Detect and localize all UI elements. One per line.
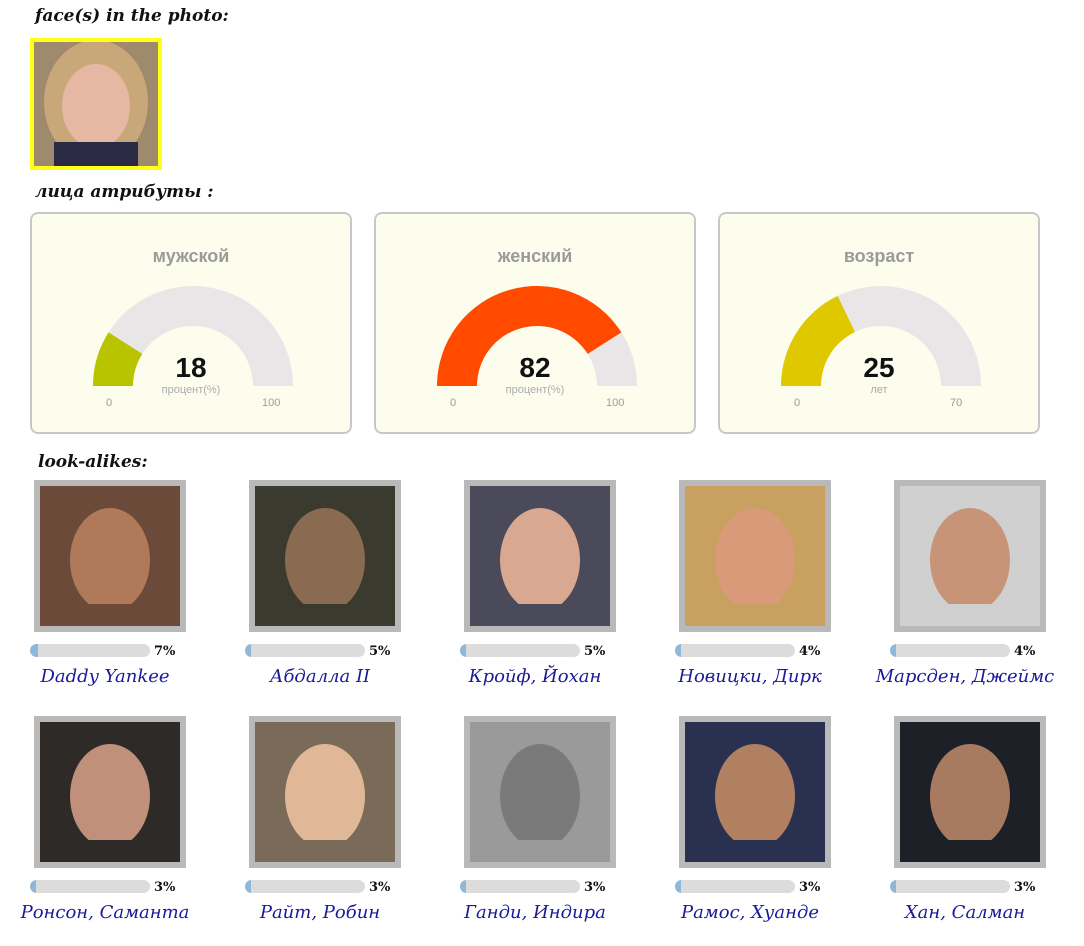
gauge-age: возраст 25 лет 0 70 [718, 212, 1040, 434]
lookalike-photo[interactable] [894, 716, 1046, 868]
portrait-image [900, 722, 1040, 862]
lookalike-photo[interactable] [679, 716, 831, 868]
gauge-arc [93, 286, 293, 386]
gauge-arc [437, 286, 637, 386]
similarity-bar [30, 880, 150, 893]
lookalike-item: 4% Новицки, Дирк [675, 480, 890, 710]
lookalike-name-link[interactable]: Марсден, Джеймс [860, 666, 1070, 687]
similarity-bar [245, 880, 365, 893]
gauge-arc [781, 286, 981, 386]
portrait-image [40, 486, 180, 626]
similarity-bar-fill [675, 644, 681, 657]
portrait-image [255, 722, 395, 862]
similarity-bar [675, 644, 795, 657]
lookalike-name-link[interactable]: Рамос, Хуанде [645, 902, 855, 923]
lookalike-item: 4% Марсден, Джеймс [876, 480, 1084, 710]
similarity-bar-fill [460, 644, 466, 657]
attributes-section-title: лица атрибуты : [35, 182, 214, 202]
similarity-bar [890, 644, 1010, 657]
lookalike-item: 3% Райт, Робин [245, 716, 460, 946]
portrait-image [470, 722, 610, 862]
lookalike-photo[interactable] [34, 480, 186, 632]
similarity-percent: 3% [584, 880, 606, 895]
similarity-bar [245, 644, 365, 657]
lookalike-photo[interactable] [249, 716, 401, 868]
lookalike-name-link[interactable]: Абдалла II [215, 666, 425, 687]
gauge-female: женский 82 процент(%) 0 100 [374, 212, 696, 434]
similarity-bar-fill [890, 880, 896, 893]
gauge-value: 25 [863, 352, 895, 383]
gauge-unit: процент(%) [161, 384, 221, 396]
gauge-max-label: 100 [262, 397, 281, 409]
similarity-bar-fill [245, 880, 251, 893]
portrait-image [470, 486, 610, 626]
lookalike-photo[interactable] [464, 716, 616, 868]
gauge-max-label: 70 [950, 397, 963, 409]
gauge-min-label: 0 [794, 397, 801, 409]
lookalike-item: 5% Кройф, Йохан [460, 480, 675, 710]
similarity-bar-fill [30, 880, 36, 893]
similarity-bar-fill [245, 644, 251, 657]
lookalike-name-link[interactable]: Daddy Yankee [0, 666, 210, 687]
detected-face-thumbnail[interactable] [30, 38, 162, 170]
similarity-bar [30, 644, 150, 657]
gauge-max-label: 100 [606, 397, 625, 409]
portrait-image [900, 486, 1040, 626]
similarity-bar [890, 880, 1010, 893]
similarity-percent: 4% [1014, 644, 1036, 659]
portrait-image [40, 722, 180, 862]
similarity-percent: 5% [584, 644, 606, 659]
gauge-male: мужской 18 процент(%) 0 100 [30, 212, 352, 434]
portrait-image [685, 722, 825, 862]
gauge-value: 18 [175, 352, 207, 383]
lookalike-item: 3% Ганди, Индира [460, 716, 675, 946]
similarity-percent: 3% [154, 880, 176, 895]
lookalike-name-link[interactable]: Новицки, Дирк [645, 666, 855, 687]
similarity-percent: 4% [799, 644, 821, 659]
similarity-bar-fill [675, 880, 681, 893]
faces-section-title: face(s) in the photo: [35, 6, 229, 26]
lookalike-name-link[interactable]: Хан, Салман [860, 902, 1070, 923]
similarity-percent: 3% [369, 880, 391, 895]
similarity-percent: 7% [154, 644, 176, 659]
lookalike-photo[interactable] [464, 480, 616, 632]
lookalike-name-link[interactable]: Ганди, Индира [430, 902, 640, 923]
lookalike-name-link[interactable]: Райт, Робин [215, 902, 425, 923]
lookalike-photo[interactable] [249, 480, 401, 632]
similarity-bar-fill [890, 644, 896, 657]
similarity-percent: 3% [1014, 880, 1036, 895]
lookalike-photo[interactable] [34, 716, 186, 868]
lookalikes-section-title: look-alikes: [38, 452, 148, 472]
lookalike-photo[interactable] [894, 480, 1046, 632]
lookalike-item: 5% Абдалла II [245, 480, 460, 710]
similarity-bar-fill [30, 644, 38, 657]
similarity-percent: 5% [369, 644, 391, 659]
similarity-bar [675, 880, 795, 893]
similarity-bar [460, 644, 580, 657]
portrait-image [685, 486, 825, 626]
similarity-bar [460, 880, 580, 893]
gauge-unit: процент(%) [505, 384, 565, 396]
lookalike-name-link[interactable]: Ронсон, Саманта [0, 902, 210, 923]
lookalike-item: 7% Daddy Yankee [30, 480, 245, 710]
lookalike-item: 3% Рамос, Хуанде [675, 716, 890, 946]
similarity-percent: 3% [799, 880, 821, 895]
similarity-bar-fill [460, 880, 466, 893]
face-photo-image [34, 42, 158, 166]
gauge-min-label: 0 [450, 397, 457, 409]
gauge-min-label: 0 [106, 397, 113, 409]
lookalike-item: 3% Ронсон, Саманта [21, 716, 245, 946]
lookalike-name-link[interactable]: Кройф, Йохан [430, 666, 640, 687]
portrait-image [255, 486, 395, 626]
gauge-unit: лет [870, 384, 888, 396]
lookalike-item: 3% Хан, Салман [890, 716, 1084, 946]
lookalike-photo[interactable] [679, 480, 831, 632]
gauge-value: 82 [519, 352, 551, 383]
